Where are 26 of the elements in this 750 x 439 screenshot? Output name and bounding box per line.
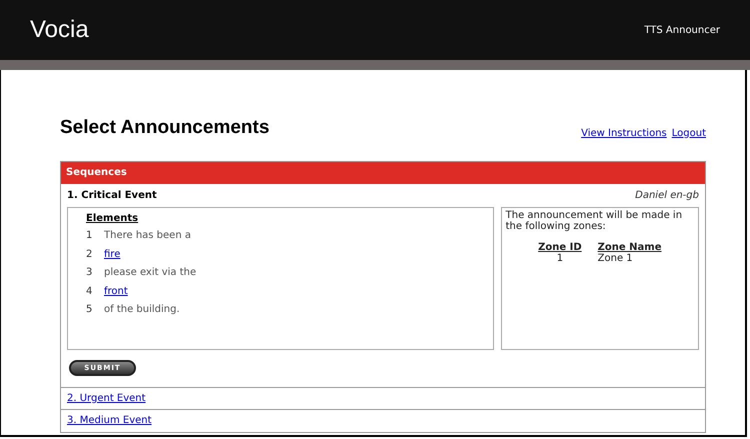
panel-title: Sequences: [66, 166, 127, 180]
element-text: please exit via the: [104, 266, 196, 280]
element-number: 3: [86, 266, 94, 280]
app-name: TTS Announcer: [644, 24, 720, 38]
page-title: Select Announcements: [60, 116, 270, 140]
element-text: of the building.: [104, 303, 180, 318]
zones-intro: The announcement will be made in the following zones:: [506, 210, 684, 232]
zone-cell-text: Zone 1: [596, 252, 634, 264]
sequence-title: 1. Critical Event: [67, 188, 157, 202]
element-number: 2: [86, 248, 94, 262]
header-link[interactable]: Logout: [672, 126, 706, 140]
element-link[interactable]: fire: [104, 246, 120, 262]
sequence-link[interactable]: 2. Urgent Event: [67, 390, 146, 406]
element-number: 1: [86, 229, 94, 244]
element-number: 4: [86, 284, 94, 299]
voice-label: Daniel en-gb: [635, 188, 699, 202]
element-link[interactable]: front: [104, 284, 128, 299]
zone-column-header: Zone Name: [596, 242, 662, 252]
logo: Vocia: [30, 15, 89, 45]
element-number: 5: [86, 303, 94, 318]
zone-cell-text: 1: [556, 252, 564, 264]
element-text: There has been a: [104, 229, 191, 244]
zone-column-header: Zone ID: [537, 242, 583, 252]
header-link[interactable]: View Instructions: [581, 126, 667, 140]
sequence-link[interactable]: 3. Medium Event: [67, 413, 152, 428]
elements-heading: Elements: [86, 212, 140, 226]
